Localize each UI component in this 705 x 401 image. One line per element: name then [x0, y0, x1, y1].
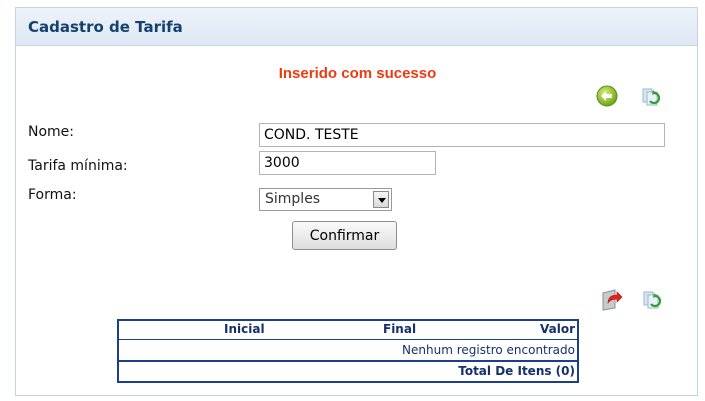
column-header-inicial[interactable]: Inicial — [224, 322, 265, 336]
chevron-down-icon[interactable] — [373, 191, 389, 208]
tarifa-minima-label: Tarifa mínima: — [28, 158, 128, 174]
forma-selected-value: Simples — [265, 191, 321, 207]
refresh-icon[interactable] — [641, 86, 663, 108]
forma-label: Forma: — [28, 187, 77, 203]
confirm-button[interactable]: Confirmar — [292, 221, 397, 250]
grid-header-row: Inicial Final Valor — [119, 321, 577, 340]
tarifa-grid: Inicial Final Valor Nenhum registro enco… — [117, 319, 579, 383]
nome-label: Nome: — [28, 124, 75, 140]
empty-message: Nenhum registro encontrado — [402, 343, 575, 357]
total-items: Total De Itens (0) — [458, 364, 575, 378]
grid-total-row: Total De Itens (0) — [119, 362, 577, 381]
export-icon[interactable] — [600, 287, 624, 311]
panel-header: Cadastro de Tarifa — [16, 8, 697, 46]
refresh-icon[interactable] — [642, 289, 664, 311]
column-header-valor[interactable]: Valor — [540, 322, 575, 336]
panel-title: Cadastro de Tarifa — [28, 18, 183, 36]
column-header-final[interactable]: Final — [383, 322, 416, 336]
status-message: Inserido com sucesso — [278, 65, 437, 82]
cadastro-tarifa-panel: Cadastro de Tarifa Inserido com sucesso … — [15, 7, 698, 396]
forma-select[interactable]: Simples — [259, 188, 392, 211]
nome-field[interactable] — [259, 123, 665, 147]
back-arrow-icon[interactable] — [596, 85, 618, 107]
grid-empty-row: Nenhum registro encontrado — [119, 340, 577, 362]
tarifa-minima-field[interactable] — [259, 151, 436, 175]
